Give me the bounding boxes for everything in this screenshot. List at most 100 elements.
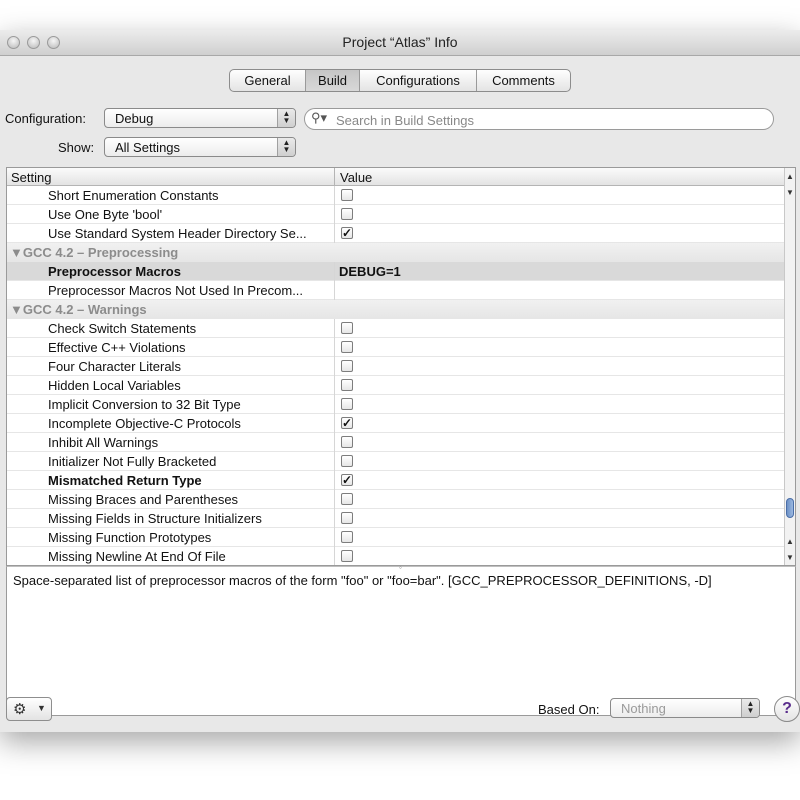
column-divider (334, 528, 335, 547)
column-divider (334, 168, 335, 186)
tab-comments[interactable]: Comments (477, 70, 570, 91)
setting-checkbox[interactable]: ✓ (341, 227, 353, 239)
scroll-up-arrow-icon[interactable]: ▲ (786, 172, 794, 181)
setting-name: Short Enumeration Constants (48, 188, 219, 203)
setting-checkbox[interactable]: ✓ (341, 417, 353, 429)
configuration-popup[interactable]: Debug ▲ ▼ (104, 108, 296, 128)
tab-general[interactable]: General (230, 70, 306, 91)
search-icon[interactable]: ⚲▾ (311, 110, 327, 126)
setting-name: Effective C++ Violations (48, 340, 186, 355)
table-row[interactable]: Missing Braces and Parentheses (7, 490, 785, 509)
setting-checkbox[interactable] (341, 208, 353, 220)
table-row[interactable]: Hidden Local Variables (7, 376, 785, 395)
setting-description: Space-separated list of preprocessor mac… (13, 573, 712, 588)
setting-name: Missing Function Prototypes (48, 530, 212, 545)
help-button[interactable]: ? (774, 696, 800, 722)
column-divider (334, 357, 335, 376)
table-row[interactable]: Missing Fields in Structure Initializers (7, 509, 785, 528)
column-divider (334, 376, 335, 395)
setting-checkbox[interactable] (341, 322, 353, 334)
table-row[interactable]: Use One Byte 'bool' (7, 205, 785, 224)
table-row[interactable]: Implicit Conversion to 32 Bit Type (7, 395, 785, 414)
setting-checkbox[interactable] (341, 398, 353, 410)
scroll-thumb[interactable] (786, 498, 794, 518)
setting-value[interactable]: DEBUG=1 (339, 264, 401, 279)
table-row[interactable]: Check Switch Statements (7, 319, 785, 338)
chevron-down-icon: ▼ (37, 703, 46, 713)
table-row[interactable]: Missing Function Prototypes (7, 528, 785, 547)
tab-build[interactable]: Build (306, 70, 360, 91)
based-on-label: Based On: (538, 702, 600, 717)
configuration-value: Debug (115, 111, 154, 126)
table-row[interactable]: Incomplete Objective-C Protocols ✓ (7, 414, 785, 433)
search-input[interactable] (334, 111, 758, 129)
column-divider (334, 509, 335, 528)
group-header-label: ▼GCC 4.2 – Warnings (10, 302, 147, 317)
table-rows: Short Enumeration Constants Use One Byte … (7, 186, 785, 565)
table-header: Setting Value (7, 168, 785, 186)
tab-configurations[interactable]: Configurations (360, 70, 477, 91)
setting-checkbox[interactable] (341, 436, 353, 448)
group-header-row[interactable]: ▼GCC 4.2 – Preprocessing (7, 243, 785, 262)
group-header-row[interactable]: ▼GCC 4.2 – Warnings (7, 300, 785, 319)
setting-checkbox[interactable] (341, 493, 353, 505)
setting-checkbox[interactable] (341, 512, 353, 524)
column-divider (334, 433, 335, 452)
column-divider (334, 490, 335, 509)
setting-name: Use One Byte 'bool' (48, 207, 163, 222)
table-row[interactable]: Use Standard System Header Directory Se.… (7, 224, 785, 243)
scroll-down-arrow-icon[interactable]: ▼ (786, 188, 794, 197)
setting-checkbox[interactable] (341, 379, 353, 391)
table-row[interactable]: Inhibit All Warnings (7, 433, 785, 452)
table-row[interactable]: Preprocessor Macros Not Used In Precom..… (7, 281, 785, 300)
action-menu-button[interactable]: ⚙ ▼ (6, 697, 52, 721)
column-divider (334, 471, 335, 490)
info-window: Project “Atlas” Info General Build Confi… (0, 30, 800, 732)
setting-name: Missing Braces and Parentheses (48, 492, 239, 507)
window-title: Project “Atlas” Info (342, 34, 458, 50)
setting-checkbox[interactable]: ✓ (341, 474, 353, 486)
show-popup[interactable]: All Settings ▲ ▼ (104, 137, 296, 157)
configuration-label: Configuration: (5, 111, 86, 126)
scroll-down-arrow-icon[interactable]: ▼ (786, 553, 794, 562)
search-field[interactable]: ⚲▾ (304, 108, 774, 130)
setting-name: Missing Fields in Structure Initializers (48, 511, 262, 526)
setting-checkbox[interactable] (341, 341, 353, 353)
setting-name: Check Switch Statements (48, 321, 197, 336)
split-grip-icon[interactable]: ◦ (399, 563, 402, 572)
based-on-popup[interactable]: Nothing ▲ ▼ (610, 698, 760, 718)
setting-description-panel: ◦ Space-separated list of preprocessor m… (6, 563, 796, 716)
table-row[interactable]: Preprocessor Macros DEBUG=1 (7, 262, 785, 281)
build-settings-table: Setting Value Short Enumeration Constant… (6, 167, 796, 566)
table-row[interactable]: Effective C++ Violations (7, 338, 785, 357)
table-row[interactable]: Mismatched Return Type ✓ (7, 471, 785, 490)
setting-name: Preprocessor Macros (48, 264, 181, 279)
popup-arrows-icon: ▲ ▼ (277, 138, 295, 156)
scroll-up-arrow-icon[interactable]: ▲ (786, 537, 794, 546)
setting-checkbox[interactable] (341, 455, 353, 467)
setting-checkbox[interactable] (341, 531, 353, 543)
popup-arrows-icon: ▲ ▼ (277, 109, 295, 127)
title-bar[interactable]: Project “Atlas” Info (0, 30, 800, 56)
column-header-setting[interactable]: Setting (11, 170, 51, 185)
column-divider (334, 224, 335, 243)
table-row[interactable]: Initializer Not Fully Bracketed (7, 452, 785, 471)
based-on-value: Nothing (621, 701, 666, 716)
column-header-value[interactable]: Value (340, 170, 372, 185)
column-divider (334, 395, 335, 414)
setting-checkbox[interactable] (341, 550, 353, 562)
column-divider (334, 547, 335, 565)
setting-name: Implicit Conversion to 32 Bit Type (48, 397, 241, 412)
table-row[interactable]: Short Enumeration Constants (7, 186, 785, 205)
setting-name: Hidden Local Variables (48, 378, 181, 393)
column-divider (334, 452, 335, 471)
setting-checkbox[interactable] (341, 360, 353, 372)
show-value: All Settings (115, 140, 181, 155)
setting-name: Inhibit All Warnings (48, 435, 159, 450)
show-label: Show: (58, 140, 95, 155)
vertical-scrollbar[interactable]: ▲ ▼ ▲ ▼ (784, 168, 795, 565)
setting-checkbox[interactable] (341, 189, 353, 201)
table-row[interactable]: Four Character Literals (7, 357, 785, 376)
column-divider (334, 281, 335, 300)
table-row[interactable]: Missing Newline At End Of File (7, 547, 785, 565)
